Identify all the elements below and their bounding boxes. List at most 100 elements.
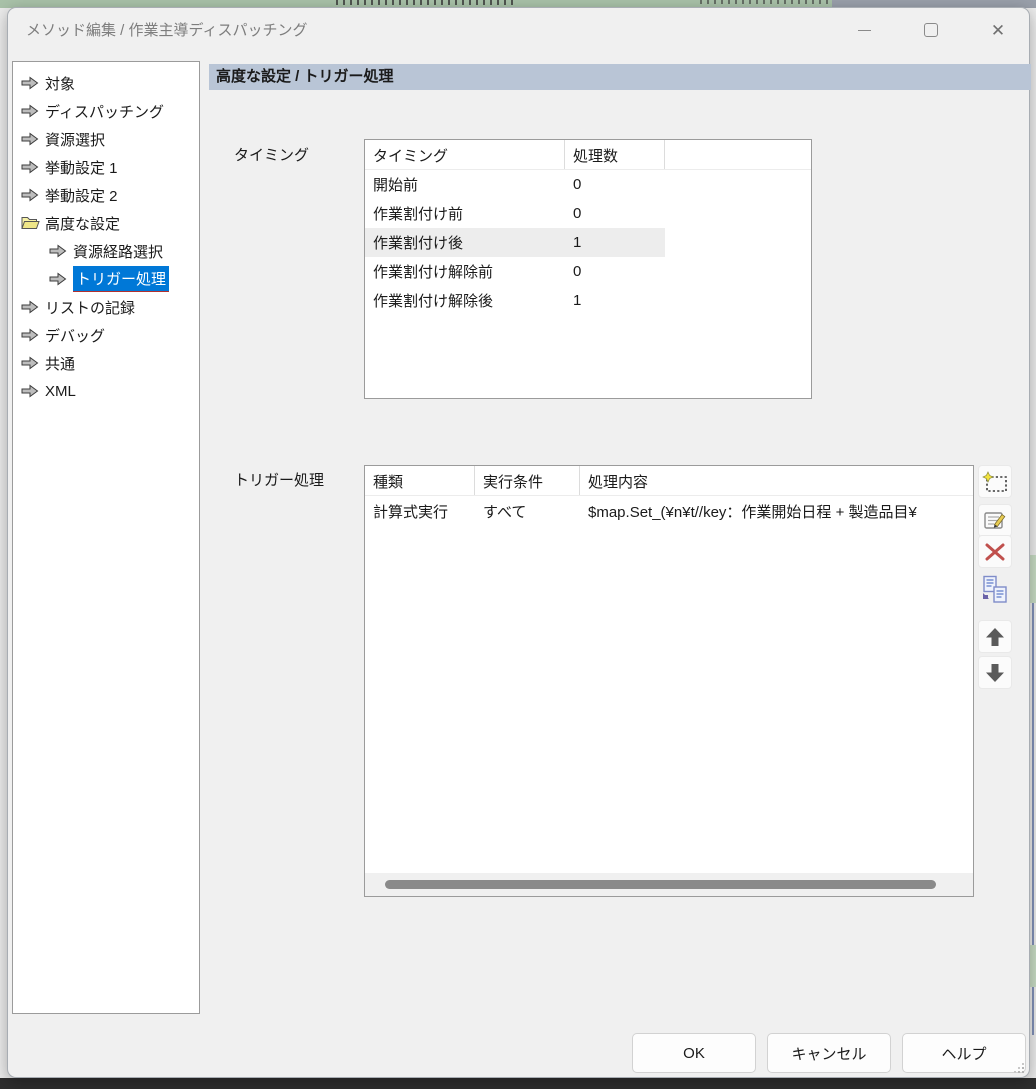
arrow-right-icon [20,132,40,146]
maximize-icon [924,23,938,37]
content-cell: $map.Set_(¥n¥t//key：作業開始日程 + 製造品目¥ [580,501,973,522]
new-item-icon [982,471,1008,493]
table-row[interactable]: 開始前 0 [365,170,811,199]
move-down-icon [985,663,1005,683]
table-row[interactable]: 作業割付け解除前 0 [365,257,811,286]
tree-item-label: 資源選択 [45,129,105,150]
dialog-title: メソッド編集 / 作業主導ディスパッチング [26,19,307,40]
arrow-right-icon [20,300,40,314]
tree-item-dispatching[interactable]: ディスパッチング [13,97,199,125]
timing-cell: 開始前 [365,174,565,195]
edit-item-icon [983,510,1007,532]
table-row[interactable]: 作業割付け前 0 [365,199,811,228]
move-down-button[interactable] [978,656,1012,689]
tree-item-advanced-settings[interactable]: 高度な設定 [13,209,199,237]
trigger-table-header: 種類 実行条件 処理内容 [365,466,973,496]
help-button[interactable]: ヘルプ [902,1033,1026,1073]
maximize-button[interactable] [908,14,954,46]
trigger-section-label: トリガー処理 [234,469,324,490]
tree-item-behavior-2[interactable]: 挙動設定 2 [13,181,199,209]
tree-item-label: XML [45,383,76,400]
arrow-right-icon [20,384,40,398]
tree-item-resource-route-selection[interactable]: 資源経路選択 [13,237,199,265]
move-up-button[interactable] [978,620,1012,653]
table-row[interactable]: 作業割付け解除後 1 [365,286,811,315]
count-cell: 0 [565,263,665,280]
tree-item-target[interactable]: 対象 [13,69,199,97]
column-header-timing[interactable]: タイミング [365,140,565,169]
background-gantt-ticks [700,0,830,4]
arrow-right-icon [48,272,68,286]
tree-item-trigger-processing[interactable]: トリガー処理 [13,265,199,293]
timing-cell: 作業割付け解除前 [365,261,565,282]
column-header-count[interactable]: 処理数 [565,140,665,169]
copy-item-button[interactable] [978,571,1012,609]
timing-cell: 作業割付け後 [365,232,565,253]
delete-item-icon [984,542,1006,562]
count-cell: 0 [565,176,665,193]
tree-item-behavior-1[interactable]: 挙動設定 1 [13,153,199,181]
column-header-condition[interactable]: 実行条件 [475,466,580,495]
tree-item-xml[interactable]: XML [13,377,199,405]
tree-item-label: トリガー処理 [73,266,169,292]
tree-item-resource-selection[interactable]: 資源選択 [13,125,199,153]
tree-item-label: 共通 [45,353,75,374]
arrow-right-icon [20,160,40,174]
tree-item-label: 挙動設定 2 [45,185,118,206]
tree-item-label: デバッグ [45,325,105,346]
arrow-right-icon [20,188,40,202]
tree-item-label: ディスパッチング [45,101,164,122]
count-cell: 0 [565,205,665,222]
arrow-right-icon [20,328,40,342]
window-controls: ✕ [820,14,1021,46]
tree-item-label: リストの記録 [45,297,135,318]
condition-cell: すべて [475,501,580,522]
close-button[interactable]: ✕ [975,14,1021,46]
trigger-table: 種類 実行条件 処理内容 計算式実行 すべて $map.Set_(¥n¥t//k… [364,465,974,897]
arrow-right-icon [20,104,40,118]
arrow-right-icon [20,356,40,370]
timing-cell: 作業割付け前 [365,203,565,224]
timing-table-header: タイミング 処理数 [365,140,811,170]
close-icon: ✕ [991,22,1005,39]
table-row[interactable]: 計算式実行 すべて $map.Set_(¥n¥t//key：作業開始日程 + 製… [365,496,973,526]
tree-item-list-recording[interactable]: リストの記録 [13,293,199,321]
tree-item-label: 高度な設定 [45,213,120,234]
title-bar[interactable]: メソッド編集 / 作業主導ディスパッチング ✕ [8,8,1029,52]
method-edit-dialog: メソッド編集 / 作業主導ディスパッチング ✕ 対象 ディスパッチング 資源選択… [7,7,1030,1078]
delete-item-button[interactable] [978,535,1012,568]
column-header-filler [665,140,811,169]
tree-item-label: 挙動設定 1 [45,157,118,178]
timing-table: タイミング 処理数 開始前 0 作業割付け前 0 作業割付け後 1 作業割付け解… [364,139,812,399]
minimize-icon [858,30,871,31]
scrollbar-thumb[interactable] [385,880,936,889]
resize-grip[interactable] [1012,1061,1025,1074]
tree-item-label: 資源経路選択 [73,241,163,262]
edit-item-button[interactable] [978,504,1012,537]
table-row-selected[interactable]: 作業割付け後 1 [365,228,665,257]
tree-item-common[interactable]: 共通 [13,349,199,377]
background-gantt-ticks [336,0,516,5]
tree-item-label: 対象 [45,73,75,94]
move-up-icon [985,627,1005,647]
minimize-button[interactable] [841,14,887,46]
horizontal-scrollbar[interactable] [365,873,973,896]
tree-item-debug[interactable]: デバッグ [13,321,199,349]
settings-nav-tree: 対象 ディスパッチング 資源選択 挙動設定 1 挙動設定 2 高度な設定 資源経… [12,61,200,1014]
new-item-button[interactable] [978,465,1012,498]
background-window-edge [1030,945,1036,987]
page-title: 高度な設定 / トリガー処理 [209,64,1031,90]
timing-cell: 作業割付け解除後 [365,290,565,311]
column-header-content[interactable]: 処理内容 [580,466,973,495]
type-cell: 計算式実行 [365,501,475,522]
copy-item-icon [981,575,1009,605]
background-window-bottom [0,1078,1036,1089]
arrow-right-icon [48,244,68,258]
column-header-type[interactable]: 種類 [365,466,475,495]
count-cell: 1 [565,292,665,309]
arrow-right-icon [20,76,40,90]
count-cell: 1 [565,234,665,251]
open-folder-icon [20,215,40,231]
ok-button[interactable]: OK [632,1033,756,1073]
cancel-button[interactable]: キャンセル [767,1033,891,1073]
